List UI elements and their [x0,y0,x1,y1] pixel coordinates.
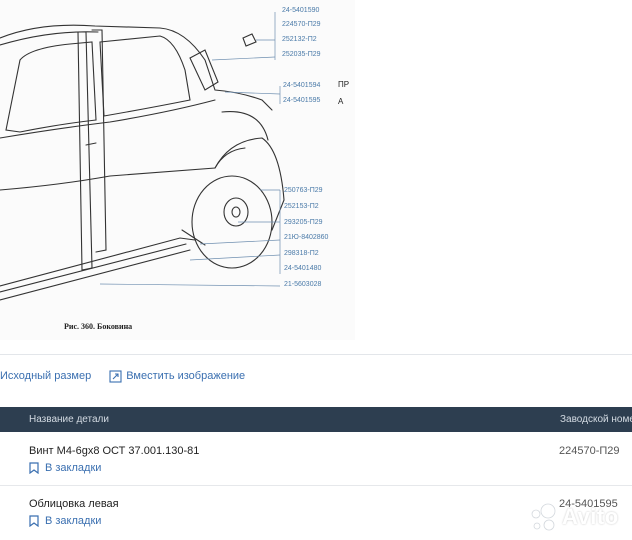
avito-logo-icon [531,503,556,531]
fit-image-button[interactable]: Вместить изображение [109,369,246,383]
callout-label: 252153-П2 [284,203,319,210]
original-size-button[interactable]: Исходный размер [0,370,91,382]
callout-label: 24-5401594 [283,82,321,89]
diagram-caption: Рис. 360. Боковина [64,322,133,331]
callout-label: 24-5401590 [282,7,320,14]
parts-table-header: Название детали Заводской номе [0,407,632,432]
diagram-side-text: А [338,97,344,106]
bookmark-icon [29,515,39,527]
bookmark-button[interactable]: В закладки [29,515,101,527]
callout-label: 252132-П2 [282,36,317,43]
callout-label: 21-5603028 [284,281,322,288]
parts-diagram: 24-5401590 224570-П29 252132-П2 252035-П… [0,0,355,340]
bookmark-label: В закладки [45,515,102,527]
bookmark-button[interactable]: В закладки [29,462,101,474]
callout-label: 298318-П2 [284,250,319,257]
watermark-text: Avito [562,504,619,529]
callout-label: 224570-П29 [282,21,321,28]
part-name: Винт М4-6gx8 ОСТ 37.001.130-81 [29,445,200,457]
bookmark-label: В закладки [45,462,102,474]
callout-label: 252035-П29 [282,51,321,58]
part-number: 224570-П29 [559,445,620,457]
column-header-factory-number: Заводской номе [560,414,632,425]
callout-label: 21Ю-8402860 [284,234,329,241]
callout-label: 24-5401595 [283,97,321,104]
original-size-label: Исходный размер [0,370,92,382]
callout-label: 24-5401480 [284,265,322,272]
table-row: Винт М4-6gx8 ОСТ 37.001.130-81 224570-П2… [0,433,632,485]
column-header-name: Название детали [29,414,109,425]
callout-label: 293205-П29 [284,219,323,226]
image-toolbar: Исходный размер Вместить изображение [0,366,263,386]
callout-label: 250763-П29 [284,187,323,194]
part-name: Облицовка левая [29,498,119,510]
fit-image-label: Вместить изображение [126,370,246,382]
diagram-side-text: ПР [338,80,350,89]
divider [0,354,632,355]
avito-watermark: Avito [528,502,619,532]
bookmark-icon [29,462,39,474]
expand-icon [109,369,122,383]
